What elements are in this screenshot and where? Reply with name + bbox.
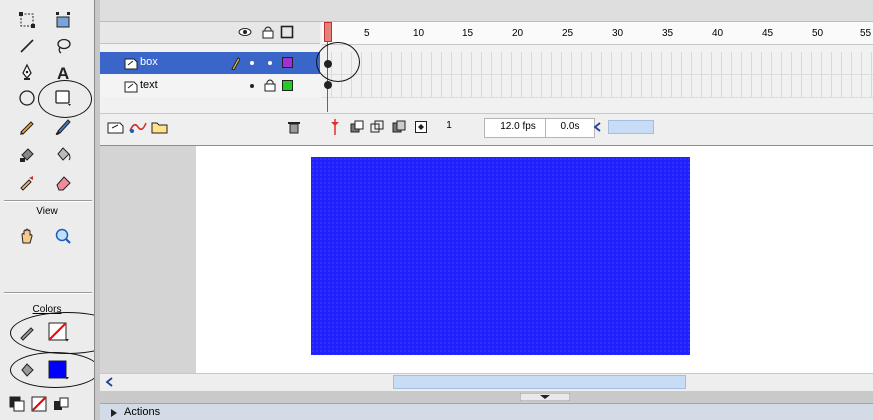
layer-header (100, 22, 320, 44)
zoom-icon (55, 228, 71, 244)
ruler-label: 5 (364, 28, 370, 39)
layer-row-text[interactable]: text (100, 75, 320, 97)
free-transform-tool[interactable] (14, 8, 40, 32)
highlight-circle-rectangle-tool (38, 80, 92, 118)
modify-onion-markers-icon[interactable] (414, 120, 428, 134)
swap-colors-button[interactable] (50, 392, 72, 416)
eye-icon[interactable] (238, 26, 252, 38)
collapse-arrow-icon[interactable] (520, 393, 570, 401)
line-icon (20, 39, 34, 53)
black-white-button[interactable] (6, 392, 28, 416)
timeline-hscroll-thumb[interactable] (608, 120, 654, 134)
actions-panel-header[interactable] (100, 403, 873, 420)
delete-layer-icon[interactable] (287, 119, 301, 135)
fill-transform-icon (56, 12, 70, 28)
frame-row-box[interactable] (322, 52, 873, 75)
no-color-icon (31, 396, 47, 412)
pasteboard (100, 146, 196, 378)
stage-scroll-thumb[interactable] (393, 375, 686, 389)
highlight-circle-fill-color (10, 352, 100, 388)
layer-outline-color[interactable] (282, 57, 293, 68)
scroll-left-icon[interactable] (592, 121, 604, 133)
free-transform-icon (19, 12, 35, 28)
ruler-label: 45 (762, 28, 774, 39)
ruler-label: 25 (562, 28, 574, 39)
layer-outline-color[interactable] (282, 80, 293, 91)
panel-splitter[interactable] (100, 391, 873, 403)
actions-panel-title[interactable]: Actions (124, 406, 160, 418)
edit-multiple-frames-icon[interactable] (392, 120, 406, 134)
outline-icon[interactable] (280, 25, 294, 39)
paint-bucket-icon (57, 147, 71, 161)
center-frame-icon[interactable] (330, 118, 340, 136)
zoom-tool[interactable] (50, 224, 76, 248)
toolbar-divider (4, 200, 92, 202)
black-white-icon (9, 396, 25, 412)
timeline-ruler: 5 10 15 20 25 30 35 40 45 50 55 (322, 22, 873, 45)
tools-panel: A View Colors (0, 0, 124, 420)
layer-name[interactable]: text (140, 79, 158, 91)
view-section-label: View (36, 206, 58, 217)
visibility-dot[interactable] (250, 84, 254, 88)
lasso-tool[interactable] (50, 34, 76, 58)
blue-rectangle-shape[interactable] (311, 157, 690, 355)
swap-colors-icon (54, 397, 69, 410)
oval-tool[interactable] (14, 86, 40, 110)
ruler-label: 10 (413, 28, 425, 39)
ruler-label: 40 (712, 28, 724, 39)
lock-icon[interactable] (262, 25, 274, 39)
playhead[interactable] (324, 22, 332, 42)
frame-row-text[interactable] (322, 75, 873, 98)
onion-skin-outlines-icon[interactable] (370, 120, 384, 134)
ink-bottle-tool[interactable] (14, 142, 40, 166)
visibility-dot[interactable] (250, 61, 254, 65)
lasso-icon (57, 38, 71, 54)
layer-row-box[interactable]: box (100, 52, 320, 74)
no-color-button[interactable] (28, 392, 50, 416)
add-motion-guide-icon[interactable] (128, 119, 148, 135)
frame-rate-field[interactable]: 12.0 fps (484, 118, 552, 138)
ruler-label: 30 (612, 28, 624, 39)
brush-icon (55, 119, 71, 135)
layer-icon (124, 58, 138, 70)
pen-tool[interactable] (14, 60, 40, 84)
ruler-label: 35 (662, 28, 674, 39)
ink-bottle-icon (20, 148, 34, 162)
hand-tool[interactable] (14, 224, 40, 248)
pencil-icon (231, 57, 240, 70)
pen-icon (22, 63, 32, 80)
insert-layer-folder-icon[interactable] (150, 119, 170, 135)
current-frame-field: 1 (446, 120, 452, 131)
hand-icon (21, 228, 33, 244)
scroll-left-icon[interactable] (104, 376, 116, 388)
ruler-label: 15 (462, 28, 474, 39)
ruler-label: 20 (512, 28, 524, 39)
paint-bucket-tool[interactable] (50, 142, 76, 166)
timeline-tab-strip (100, 0, 873, 22)
lock-dot[interactable] (268, 61, 272, 65)
lock-icon[interactable] (264, 78, 276, 92)
eyedropper-icon (20, 176, 33, 191)
expand-triangle-icon[interactable] (110, 408, 118, 418)
pencil-icon (20, 121, 34, 135)
line-tool[interactable] (14, 34, 40, 58)
insert-layer-icon[interactable] (106, 119, 126, 135)
fill-transform-tool[interactable] (50, 8, 76, 32)
highlight-circle-keyframe (316, 42, 360, 82)
text-icon: A (57, 64, 69, 81)
svg-text:A: A (57, 64, 69, 81)
ruler-label: 50 (812, 28, 824, 39)
layer-icon (124, 81, 138, 93)
eyedropper-tool[interactable] (14, 170, 40, 194)
eraser-icon (56, 176, 71, 191)
brush-tool[interactable] (50, 114, 76, 138)
onion-skin-icon[interactable] (350, 120, 364, 134)
elapsed-time-field: 0.0s (545, 118, 595, 138)
ruler-label: 55 (860, 28, 872, 39)
toolbar-divider (4, 292, 92, 294)
eraser-tool[interactable] (50, 170, 76, 194)
layer-name[interactable]: box (140, 56, 158, 68)
oval-icon (19, 90, 35, 106)
pencil-tool[interactable] (14, 114, 40, 138)
